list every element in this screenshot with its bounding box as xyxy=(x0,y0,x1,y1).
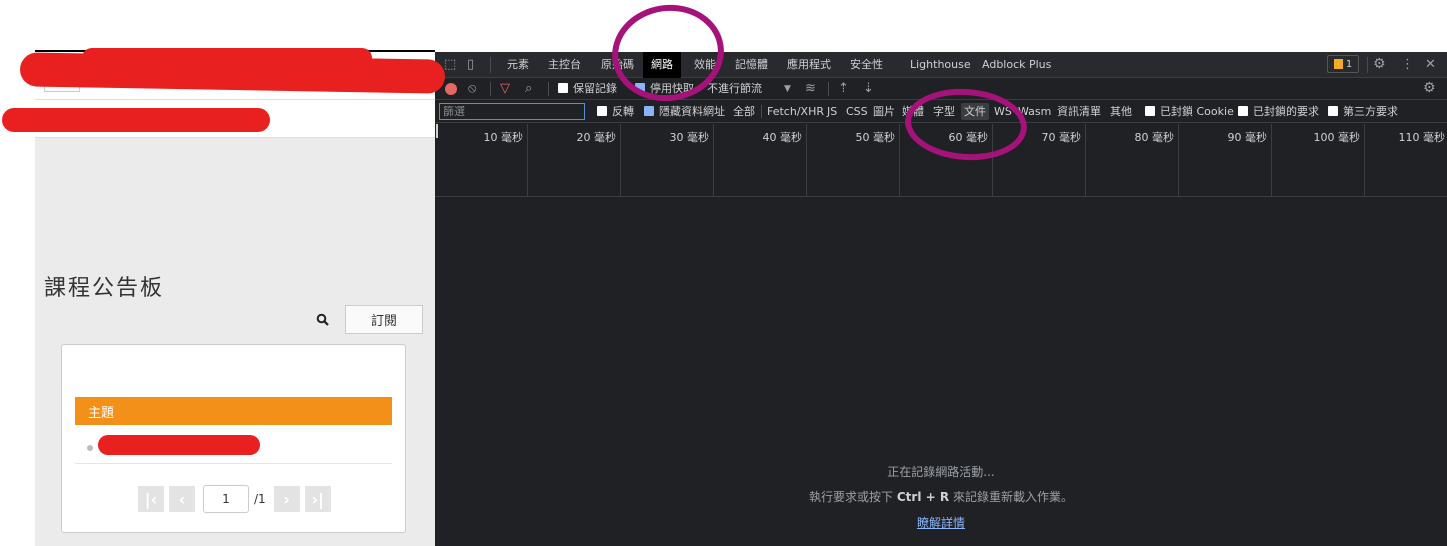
page-title: 課程公告板 xyxy=(44,276,165,301)
tab-console[interactable]: 主控台 xyxy=(548,52,581,78)
record-icon[interactable] xyxy=(445,83,457,95)
redaction-scribble xyxy=(82,48,372,68)
timeline-tick: 80 毫秒 xyxy=(1086,124,1179,197)
page-total: /1 xyxy=(254,492,266,506)
filter-type-fetch-xhr[interactable]: Fetch/XHR xyxy=(767,100,824,123)
page-number-input[interactable]: 1 xyxy=(203,485,249,513)
timeline-tick: 110 毫秒 xyxy=(1398,131,1446,144)
network-settings-gear-icon[interactable]: ⚙ xyxy=(1423,81,1436,95)
timeline-tick: 90 毫秒 xyxy=(1179,124,1272,197)
issues-badge[interactable]: 1 xyxy=(1327,55,1359,73)
blocked-cookies-checkbox[interactable]: 已封鎖 Cookie xyxy=(1145,100,1234,123)
devtools-tabbar: ⬚ ▯ 元素 主控台 原始碼 網路 效能 記憶體 應用程式 安全性 Lighth… xyxy=(435,52,1447,78)
device-toolbar-icon[interactable]: ▯ xyxy=(467,58,474,71)
pagination: |‹ ‹ 1 /1 › ›| xyxy=(138,485,331,513)
export-har-icon[interactable]: ⇣ xyxy=(863,82,874,95)
chevron-down-icon[interactable]: ▼ xyxy=(784,83,791,96)
tab-lighthouse[interactable]: Lighthouse xyxy=(910,52,971,78)
import-har-icon[interactable]: ⇡ xyxy=(838,82,849,95)
divider xyxy=(490,57,491,73)
network-empty-state: 正在記錄網路活動... 執行要求或按下 Ctrl + R 來記錄重新載入作業。 … xyxy=(435,198,1447,546)
screenshot-root: 課程公告板 訂閱 主題 |‹ ‹ 1 /1 › ›| ⬚ ▯ 元素 主控台 原始… xyxy=(0,0,1447,546)
bullet-icon xyxy=(87,445,93,451)
search-icon[interactable] xyxy=(316,313,330,327)
divider xyxy=(761,105,762,118)
first-page-icon[interactable]: |‹ xyxy=(138,486,164,512)
table-header: 主題 xyxy=(75,397,392,425)
filter-input[interactable]: 篩選 xyxy=(439,103,585,120)
shortcut-keys: Ctrl + R xyxy=(896,490,950,504)
blocked-requests-checkbox[interactable]: 已封鎖的要求 xyxy=(1238,100,1319,123)
next-page-icon[interactable]: › xyxy=(273,486,300,512)
inspect-element-icon[interactable]: ⬚ xyxy=(444,58,456,71)
subscribe-button[interactable]: 訂閱 xyxy=(345,305,423,334)
reload-hint: 執行要求或按下 Ctrl + R 來記錄重新載入作業。 xyxy=(809,490,1073,504)
timeline-tick: 30 毫秒 xyxy=(621,124,714,197)
filter-type-js[interactable]: JS xyxy=(827,100,837,123)
tab-security[interactable]: 安全性 xyxy=(850,52,883,78)
filter-type-manifest[interactable]: 資訊清單 xyxy=(1057,100,1101,123)
timeline-tick: 20 毫秒 xyxy=(528,124,621,197)
redaction-scribble xyxy=(98,435,260,455)
network-conditions-icon[interactable]: ≋ xyxy=(805,82,816,95)
preserve-log-checkbox[interactable]: 保留記錄 xyxy=(558,78,617,100)
divider xyxy=(828,82,829,96)
learn-more-link[interactable]: 瞭解詳情 xyxy=(435,514,1447,531)
settings-gear-icon[interactable]: ⚙ xyxy=(1373,57,1386,71)
tab-memory[interactable]: 記憶體 xyxy=(735,52,768,78)
filter-type-other[interactable]: 其他 xyxy=(1110,100,1132,123)
filter-type-css[interactable]: CSS xyxy=(846,100,868,123)
search-icon[interactable]: ⌕ xyxy=(525,82,532,95)
close-icon[interactable]: ✕ xyxy=(1425,58,1436,71)
invert-checkbox[interactable]: 反轉 xyxy=(597,100,634,123)
filter-type-all[interactable]: 全部 xyxy=(733,100,755,123)
divider xyxy=(548,82,549,96)
prev-page-icon[interactable]: ‹ xyxy=(169,486,195,512)
filter-icon[interactable]: ▽ xyxy=(500,82,510,95)
timeline-tick: 10 毫秒 xyxy=(435,124,528,197)
timeline-tick: 100 毫秒 xyxy=(1272,124,1365,197)
last-page-icon[interactable]: ›| xyxy=(304,486,331,512)
redaction-scribble xyxy=(2,108,270,132)
throttling-select[interactable]: 不進行節流 xyxy=(707,78,762,100)
divider xyxy=(1367,57,1368,73)
hide-data-urls-checkbox[interactable]: 隱藏資料網址 xyxy=(644,100,725,123)
issues-count: 1 xyxy=(1345,58,1353,70)
issue-flag-icon xyxy=(1333,59,1343,69)
clear-icon[interactable]: ⦸ xyxy=(468,82,476,95)
third-party-checkbox[interactable]: 第三方要求 xyxy=(1328,100,1398,123)
filter-type-img[interactable]: 圖片 xyxy=(873,100,895,123)
tab-application[interactable]: 應用程式 xyxy=(787,52,831,78)
recording-message: 正在記錄網路活動... xyxy=(887,465,995,479)
more-options-icon[interactable]: ⋮ xyxy=(1401,58,1414,71)
tab-elements[interactable]: 元素 xyxy=(507,52,529,78)
timeline-tick: 50 毫秒 xyxy=(807,124,900,197)
divider xyxy=(490,82,491,96)
tab-adblock-plus[interactable]: Adblock Plus xyxy=(982,52,1051,78)
timeline-tick: 40 毫秒 xyxy=(714,124,807,197)
